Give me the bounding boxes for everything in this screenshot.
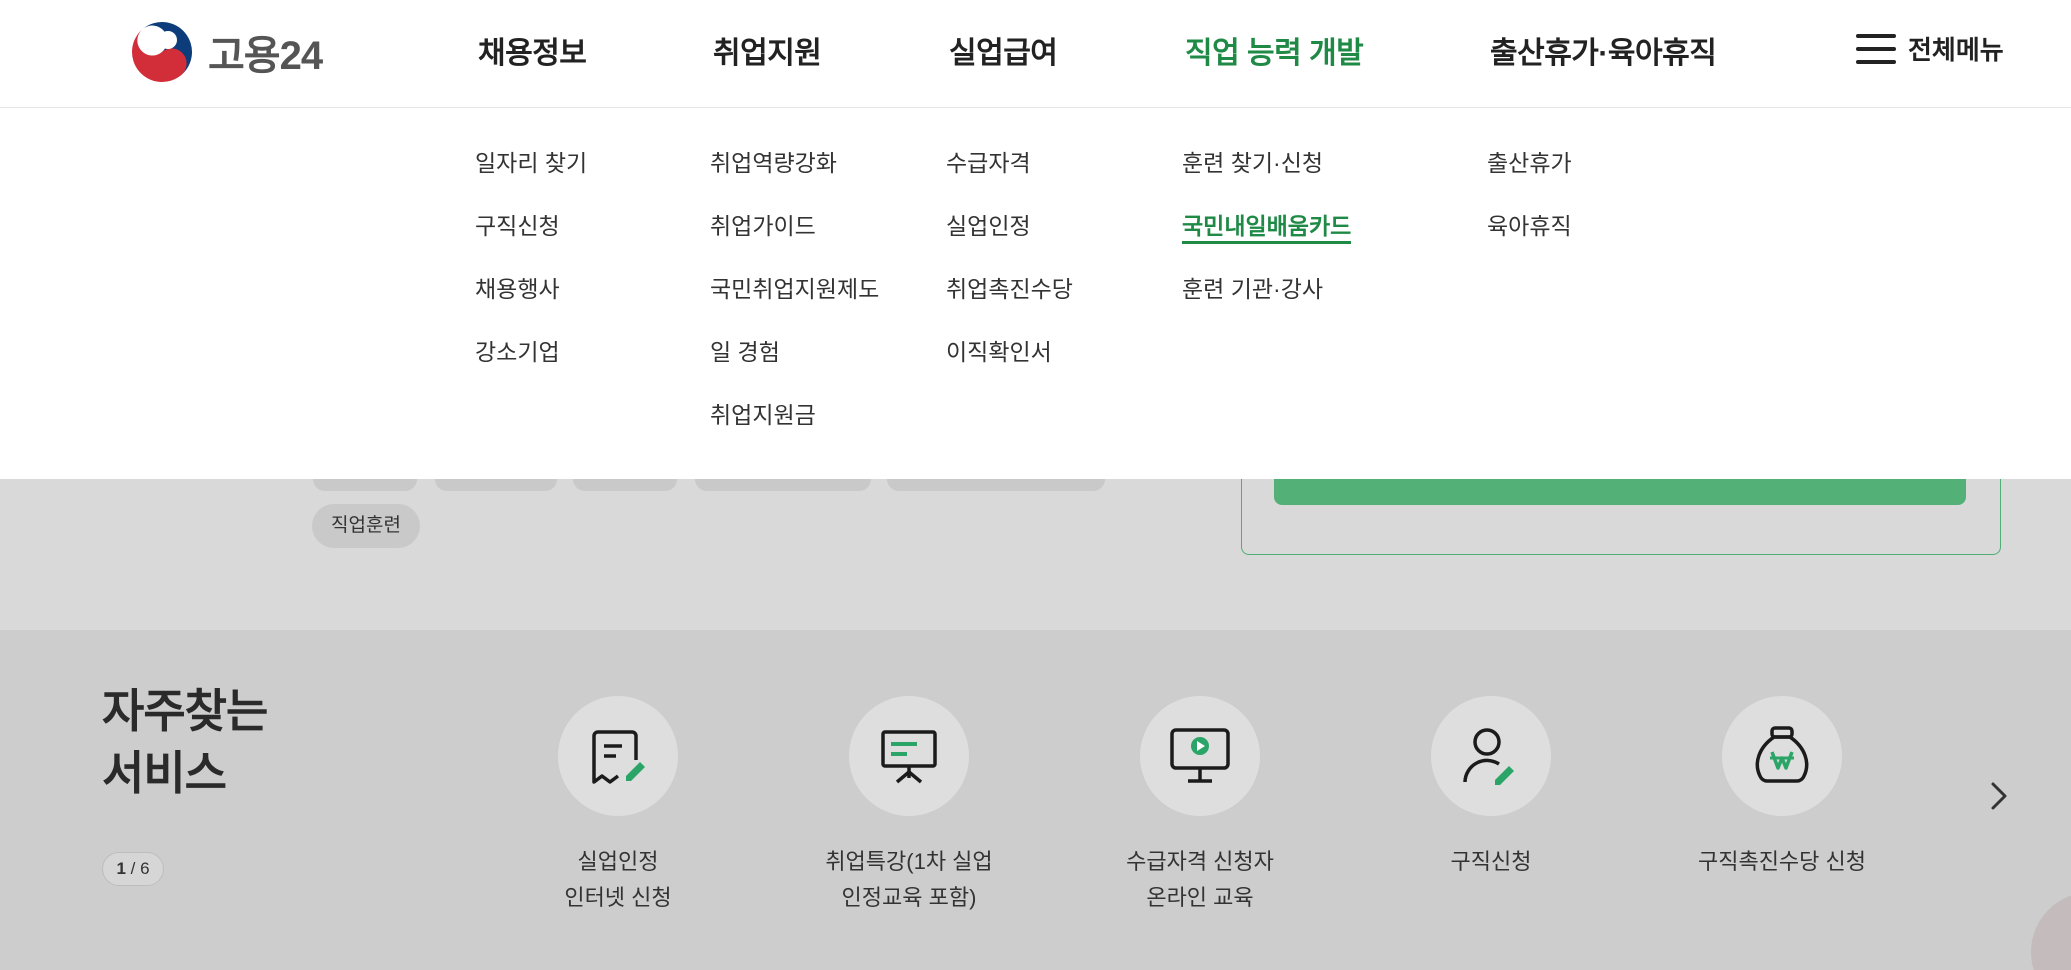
- service-unemployment-certification[interactable]: 실업인정 인터넷 신청: [508, 696, 728, 916]
- presentation-board-icon: [881, 730, 937, 784]
- menu-item-job-search[interactable]: 일자리 찾기: [475, 148, 587, 211]
- service-label: 취업특강(1차 실업 인정교육 포함): [825, 849, 993, 910]
- menu-item-strong-smes[interactable]: 강소기업: [475, 337, 587, 400]
- tag-chip[interactable]: [695, 479, 871, 491]
- monitor-play-icon: [1170, 728, 1230, 783]
- service-label: 구직촉진수당 신청: [1697, 849, 1867, 874]
- menu-item-unemployment-certification[interactable]: 실업인정: [946, 211, 1073, 274]
- service-icon-circle: [1722, 696, 1842, 816]
- all-menu-label: 전체메뉴: [1908, 35, 2004, 65]
- service-label: 수급자격 신청자 온라인 교육: [1126, 849, 1274, 910]
- service-job-application[interactable]: 구직신청: [1381, 696, 1601, 880]
- frequent-services-title: 자주찾는 서비스: [102, 685, 268, 799]
- menu-item-job-application[interactable]: 구직신청: [475, 211, 587, 274]
- site-logo[interactable]: 고용24: [130, 20, 323, 84]
- menu-item-employment-subsidy[interactable]: 취업지원금: [710, 400, 879, 463]
- service-label: 구직신청: [1450, 849, 1532, 874]
- chevron-right-icon[interactable]: [1984, 776, 2014, 816]
- site-header: 고용24 채용정보 취업지원 실업급여 직업 능력 개발 출산휴가·육아휴직 전…: [0, 0, 2071, 108]
- frequent-services-section: 자주찾는 서비스 1 / 6 실업인정 인터넷 신청 취업특강(1차 실업 인정…: [0, 630, 2071, 970]
- mega-column-recruitment: 일자리 찾기 구직신청 채용행사 강소기업: [475, 148, 587, 400]
- hamburger-icon: [1856, 33, 1896, 64]
- menu-item-eligibility[interactable]: 수급자격: [946, 148, 1073, 211]
- service-job-promotion-allowance[interactable]: 구직촉진수당 신청: [1672, 696, 1892, 880]
- nav-recruitment[interactable]: 채용정보: [478, 28, 587, 72]
- document-edit-icon: [592, 730, 645, 784]
- nav-employment-support[interactable]: 취업지원: [713, 28, 822, 72]
- nav-unemployment-benefits[interactable]: 실업급여: [949, 28, 1058, 72]
- service-icon-circle: [1140, 696, 1260, 816]
- tag-chip[interactable]: [573, 479, 677, 491]
- menu-item-learning-card[interactable]: 국민내일배움카드: [1182, 211, 1352, 274]
- menu-item-recruitment-events[interactable]: 채용행사: [475, 274, 587, 337]
- tag-chip[interactable]: [887, 479, 1105, 491]
- menu-item-maternity-leave[interactable]: 출산휴가: [1487, 148, 1572, 211]
- person-edit-icon: [1463, 728, 1514, 785]
- logo-text: 고용24: [208, 34, 323, 78]
- menu-item-separation-certificate[interactable]: 이직확인서: [946, 337, 1073, 400]
- menu-item-training-search[interactable]: 훈련 찾기·신청: [1182, 148, 1351, 211]
- mega-column-maternity-leave: 출산휴가 육아휴직: [1487, 148, 1572, 274]
- mega-menu-dropdown: 일자리 찾기 구직신청 채용행사 강소기업 취업역량강화 취업가이드 국민취업지…: [0, 108, 2071, 479]
- nav-vocational-training[interactable]: 직업 능력 개발: [1185, 28, 1364, 72]
- nav-maternity-parental-leave[interactable]: 출산휴가·육아휴직: [1490, 28, 1717, 72]
- tag-chip[interactable]: [313, 479, 417, 491]
- service-online-education[interactable]: 수급자격 신청자 온라인 교육: [1090, 696, 1310, 916]
- taegeuk-logo-icon: [132, 22, 192, 82]
- menu-item-parental-leave[interactable]: 육아휴직: [1487, 211, 1572, 274]
- menu-item-national-employment-support[interactable]: 국민취업지원제도: [710, 274, 879, 337]
- corner-decoration: [2031, 892, 2071, 970]
- tag-chip-vocational-training[interactable]: 직업훈련: [312, 504, 420, 548]
- mega-column-vocational-training: 훈련 찾기·신청 국민내일배움카드 훈련 기관·강사: [1182, 148, 1352, 337]
- menu-item-employment-guide[interactable]: 취업가이드: [710, 211, 879, 274]
- slide-pager: 1 / 6: [102, 852, 164, 886]
- menu-item-work-experience[interactable]: 일 경험: [710, 337, 879, 400]
- service-employment-lecture[interactable]: 취업특강(1차 실업 인정교육 포함): [799, 696, 1019, 916]
- menu-item-training-institutions[interactable]: 훈련 기관·강사: [1182, 274, 1351, 337]
- menu-item-job-promotion-allowance[interactable]: 취업촉진수당: [946, 274, 1073, 337]
- money-bag-won-icon: [1755, 726, 1809, 783]
- all-menu-button[interactable]: 전체메뉴: [1856, 30, 2004, 67]
- service-label: 실업인정 인터넷 신청: [564, 849, 672, 910]
- mega-column-unemployment-benefits: 수급자격 실업인정 취업촉진수당 이직확인서: [946, 148, 1073, 400]
- menu-item-employability[interactable]: 취업역량강화: [710, 148, 879, 211]
- service-icon-circle: [849, 696, 969, 816]
- tag-chip[interactable]: [435, 479, 557, 491]
- service-icon-circle: [558, 696, 678, 816]
- service-icon-circle: [1431, 696, 1551, 816]
- mega-column-employment-support: 취업역량강화 취업가이드 국민취업지원제도 일 경험 취업지원금: [710, 148, 879, 463]
- side-panel-button[interactable]: [1274, 479, 1966, 505]
